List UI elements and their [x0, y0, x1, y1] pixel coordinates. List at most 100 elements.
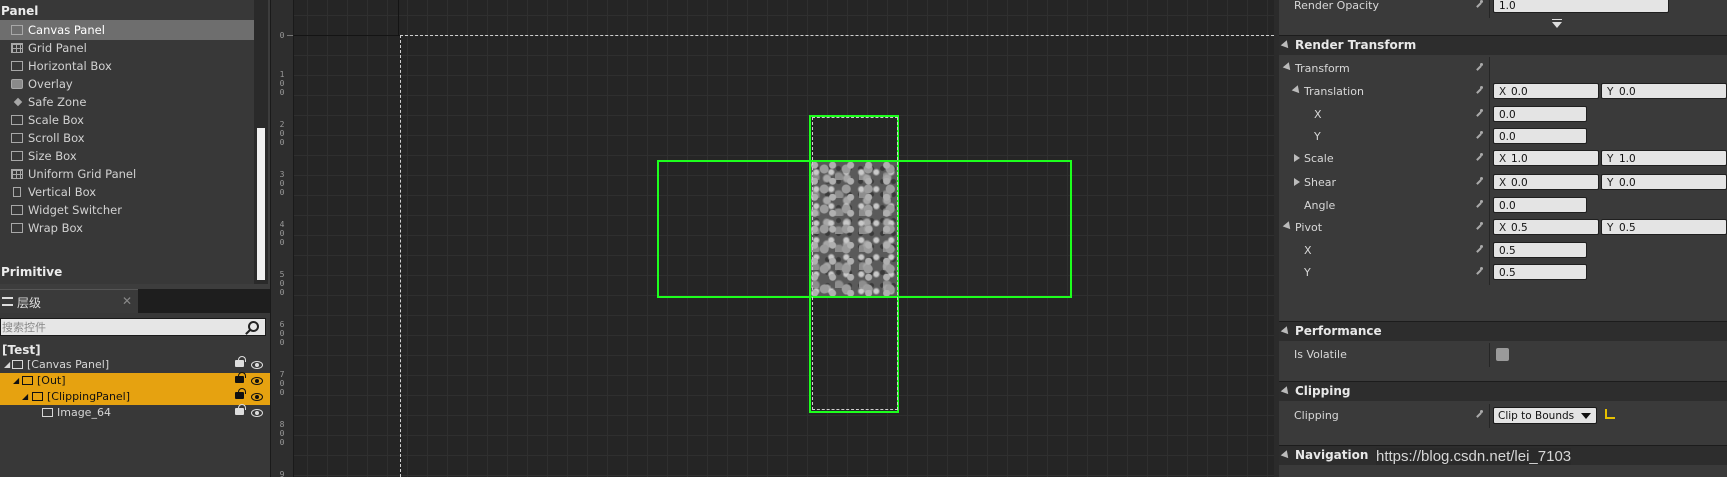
- expand-arrow-icon[interactable]: [1294, 178, 1300, 186]
- palette-item-safe-zone[interactable]: Safe Zone: [0, 92, 254, 112]
- render-opacity-field[interactable]: 1.0: [1493, 0, 1669, 13]
- pivot-x-field[interactable]: X 0.5: [1493, 219, 1599, 235]
- property-label: Y: [1314, 130, 1321, 143]
- palette-scrollbar[interactable]: [254, 0, 268, 284]
- collapse-arrow-icon[interactable]: [1282, 62, 1294, 73]
- shear-y-field[interactable]: Y 0.0: [1601, 174, 1727, 190]
- expand-arrow-icon[interactable]: ◢: [4, 357, 10, 373]
- reset-icon[interactable]: [1476, 177, 1486, 187]
- lock-icon[interactable]: [235, 388, 246, 399]
- section-performance[interactable]: Performance: [1279, 321, 1727, 341]
- expand-arrow-icon[interactable]: ◢: [13, 373, 19, 389]
- palette-category-primitive[interactable]: Primitive: [0, 263, 254, 281]
- translation-y-value-field[interactable]: 0.0: [1493, 128, 1587, 144]
- reset-icon[interactable]: [1476, 63, 1486, 73]
- ruler-label: 6 0 0: [279, 320, 285, 347]
- advanced-expand-icon[interactable]: [1552, 19, 1562, 28]
- revert-icon[interactable]: [1605, 409, 1615, 419]
- palette-item-vertical-box[interactable]: Vertical Box: [0, 182, 254, 202]
- clipping-dropdown[interactable]: Clip to Bounds: [1493, 407, 1597, 424]
- reset-icon[interactable]: [1476, 86, 1486, 96]
- reset-icon[interactable]: [1476, 0, 1486, 10]
- reset-icon[interactable]: [1476, 200, 1486, 210]
- reset-icon[interactable]: [1476, 410, 1486, 420]
- angle-field[interactable]: 0.0: [1493, 197, 1587, 213]
- palette-item-horizontal-box[interactable]: Horizontal Box: [0, 56, 254, 76]
- eye-icon[interactable]: [251, 409, 263, 417]
- size-box-icon: [11, 151, 23, 161]
- canvas-bounds-left: [400, 35, 401, 477]
- reset-icon[interactable]: [1476, 131, 1486, 141]
- property-shear: Shear X 0.0 Y 0.0: [1279, 171, 1727, 195]
- expand-arrow-icon[interactable]: ◢: [22, 389, 28, 405]
- palette-item-grid-panel[interactable]: Grid Panel: [0, 38, 254, 58]
- expand-arrow-icon[interactable]: [1294, 154, 1300, 162]
- reset-icon[interactable]: [1476, 222, 1486, 232]
- hierarchy-tab-bar: 层级 ✕: [0, 289, 270, 313]
- section-title: Clipping: [1295, 384, 1351, 398]
- is-volatile-checkbox[interactable]: [1496, 348, 1509, 361]
- reset-icon[interactable]: [1476, 109, 1486, 119]
- eye-icon[interactable]: [251, 377, 263, 385]
- palette-item-uniform-grid-panel[interactable]: Uniform Grid Panel: [0, 164, 254, 184]
- ruler-label: 1 0 0: [279, 70, 285, 97]
- tree-root-label[interactable]: [Test]: [2, 343, 41, 357]
- lock-icon[interactable]: [235, 404, 246, 415]
- lock-icon[interactable]: [235, 356, 246, 367]
- collapse-arrow-icon[interactable]: [1291, 85, 1303, 96]
- tree-node-out[interactable]: ◢ [Out]: [0, 372, 270, 389]
- palette-category-panel[interactable]: Panel: [0, 2, 254, 20]
- eye-icon[interactable]: [251, 361, 263, 369]
- pivot-y-field[interactable]: Y 0.5: [1601, 219, 1727, 235]
- translation-x-field[interactable]: X 0.0: [1493, 83, 1599, 99]
- property-label: Y: [1304, 266, 1311, 279]
- translation-x-value-field[interactable]: 0.0: [1493, 106, 1587, 122]
- section-title: Render Transform: [1295, 38, 1417, 52]
- palette-item-scale-box[interactable]: Scale Box: [0, 110, 254, 130]
- tree-node-label: [Out]: [37, 374, 66, 387]
- lock-icon[interactable]: [235, 372, 246, 383]
- search-input[interactable]: 搜索控件: [0, 318, 266, 336]
- collapse-arrow-icon: [1280, 40, 1292, 51]
- ruler-label: 0: [279, 31, 285, 40]
- vertical-box-icon: [13, 187, 21, 197]
- palette-item-widget-switcher[interactable]: Widget Switcher: [0, 200, 254, 220]
- translation-y-field[interactable]: Y 0.0: [1601, 83, 1727, 99]
- left-panel: Panel Canvas Panel Grid Panel Horizontal…: [0, 0, 270, 477]
- palette-item-overlay[interactable]: Overlay: [0, 74, 254, 94]
- palette-item-label: Widget Switcher: [28, 203, 122, 217]
- tree-node-clipping-panel[interactable]: ◢ [ClippingPanel]: [0, 388, 270, 405]
- palette-item-label: Horizontal Box: [28, 59, 112, 73]
- tree-node-canvas-panel[interactable]: ◢ [Canvas Panel]: [0, 356, 270, 373]
- pivot-x-value-field[interactable]: 0.5: [1493, 242, 1587, 258]
- tree-node-label: [ClippingPanel]: [47, 390, 131, 403]
- palette-item-canvas-panel[interactable]: Canvas Panel: [0, 20, 254, 40]
- palette-item-wrap-box[interactable]: Wrap Box: [0, 218, 254, 238]
- widget-switcher-icon: [11, 205, 23, 215]
- tree-node-image-64[interactable]: Image_64: [0, 404, 270, 421]
- section-render-transform[interactable]: Render Transform: [1279, 35, 1727, 55]
- reset-icon[interactable]: [1476, 153, 1486, 163]
- shear-x-field[interactable]: X 0.0: [1493, 174, 1599, 190]
- pivot-y-value-field[interactable]: 0.5: [1493, 264, 1587, 280]
- designer-canvas[interactable]: [294, 0, 1274, 477]
- scale-x-field[interactable]: X 1.0: [1493, 150, 1599, 166]
- tree-node-label: Image_64: [57, 406, 111, 419]
- reset-icon[interactable]: [1476, 245, 1486, 255]
- palette-scrollbar-thumb[interactable]: [257, 128, 265, 280]
- section-clipping[interactable]: Clipping: [1279, 381, 1727, 401]
- eye-icon[interactable]: [251, 393, 263, 401]
- palette-item-size-box[interactable]: Size Box: [0, 146, 254, 166]
- search-icon[interactable]: [248, 321, 259, 332]
- collapse-arrow-icon[interactable]: [1282, 221, 1294, 232]
- ruler-label: 5 0 0: [279, 270, 285, 297]
- uniform-grid-panel-icon: [11, 169, 23, 179]
- tree-node-label: [Canvas Panel]: [27, 358, 110, 371]
- scale-y-field[interactable]: Y 1.0: [1601, 150, 1727, 166]
- wrap-box-icon: [11, 223, 23, 233]
- tab-hierarchy-label: 层级: [17, 296, 42, 310]
- palette-item-scroll-box[interactable]: Scroll Box: [0, 128, 254, 148]
- reset-icon[interactable]: [1476, 267, 1486, 277]
- close-icon[interactable]: ✕: [122, 294, 132, 308]
- tab-hierarchy[interactable]: 层级 ✕: [0, 289, 138, 313]
